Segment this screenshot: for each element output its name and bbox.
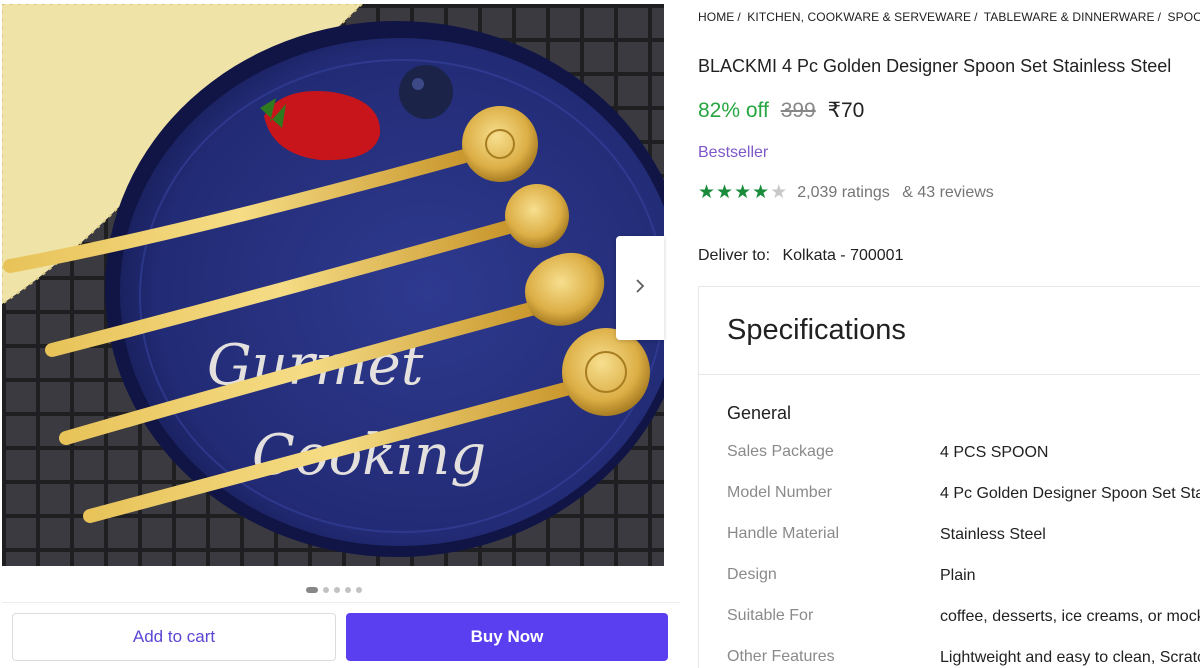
specifications-heading: Specifications bbox=[699, 287, 1200, 375]
breadcrumb-spoons[interactable]: SPOONS bbox=[1168, 10, 1200, 24]
product-image[interactable]: Gurmet Cooking bbox=[2, 4, 664, 566]
gallery-dot[interactable] bbox=[323, 587, 329, 593]
spec-key: Suitable For bbox=[727, 607, 814, 624]
product-gallery: Gurmet Cooking Add to cart Buy Now bbox=[0, 0, 680, 668]
spec-key: Model Number bbox=[727, 484, 832, 501]
reviews-count: & 43 reviews bbox=[902, 184, 994, 201]
buy-now-button[interactable]: Buy Now bbox=[346, 613, 668, 661]
star-icon: ★ bbox=[752, 182, 770, 203]
product-page: Gurmet Cooking Add to cart Buy Now HOME … bbox=[0, 0, 1200, 668]
rating-summary[interactable]: ★ ★ ★ ★ ★ 2,039 ratings & 43 reviews bbox=[698, 183, 994, 203]
spec-key: Design bbox=[727, 566, 777, 583]
price-row: 82% off 399 ₹70 bbox=[698, 98, 864, 123]
spec-row: Model Number 4 Pc Golden Designer Spoon … bbox=[727, 484, 1200, 506]
breadcrumb-kitchen[interactable]: KITCHEN, COOKWARE & SERVEWARE bbox=[747, 10, 971, 24]
spec-row: Sales Package 4 PCS SPOON bbox=[727, 443, 1200, 465]
bestseller-badge: Bestseller bbox=[698, 144, 769, 161]
selling-price: ₹70 bbox=[827, 99, 865, 122]
star-icon: ★ bbox=[734, 182, 752, 203]
spec-value: coffee, desserts, ice creams, or mocktai… bbox=[940, 608, 1200, 625]
discount-label: 82% off bbox=[698, 99, 769, 122]
action-bar: Add to cart Buy Now bbox=[2, 602, 680, 668]
spec-value: Stainless Steel bbox=[940, 526, 1046, 543]
spec-key: Sales Package bbox=[727, 443, 834, 460]
star-icon: ★ bbox=[698, 182, 716, 203]
star-rating: ★ ★ ★ ★ ★ bbox=[698, 183, 787, 203]
product-info: HOME / KITCHEN, COOKWARE & SERVEWARE / TAB… bbox=[698, 0, 1200, 668]
spec-value: Lightweight and easy to clean, Scratch r… bbox=[940, 649, 1200, 666]
star-icon: ★ bbox=[716, 182, 734, 203]
breadcrumb-tableware[interactable]: TABLEWARE & DINNERWARE bbox=[984, 10, 1155, 24]
add-to-cart-button[interactable]: Add to cart bbox=[12, 613, 336, 661]
delivery-row[interactable]: Deliver to: Kolkata - 700001 bbox=[698, 247, 903, 265]
gallery-dot[interactable] bbox=[334, 587, 340, 593]
deliver-label: Deliver to: bbox=[698, 247, 771, 264]
specifications-card: Specifications General Sales Package 4 P… bbox=[698, 286, 1200, 668]
product-title: BLACKMI 4 Pc Golden Designer Spoon Set S… bbox=[698, 56, 1172, 76]
next-image-button[interactable] bbox=[616, 236, 664, 340]
spec-row: Design Plain bbox=[727, 566, 1200, 588]
original-price: 399 bbox=[780, 99, 816, 122]
gallery-dot[interactable] bbox=[356, 587, 362, 593]
star-outline-icon: ★ bbox=[770, 182, 788, 203]
spec-value: Plain bbox=[940, 567, 976, 584]
ratings-count: 2,039 ratings bbox=[797, 184, 890, 201]
spec-row: Handle Material Stainless Steel bbox=[727, 525, 1200, 547]
spec-value: 4 Pc Golden Designer Spoon Set Stainless… bbox=[940, 485, 1200, 502]
spec-value: 4 PCS SPOON bbox=[940, 444, 1049, 461]
spec-row: Suitable For coffee, desserts, ice cream… bbox=[727, 607, 1200, 629]
spec-row: Other Features Lightweight and easy to c… bbox=[727, 648, 1200, 668]
breadcrumb: HOME / KITCHEN, COOKWARE & SERVEWARE / TAB… bbox=[698, 10, 1200, 24]
delivery-location: Kolkata - 700001 bbox=[782, 247, 904, 264]
spec-key: Handle Material bbox=[727, 525, 840, 542]
photo-overlay-line2: Cooking bbox=[252, 423, 486, 488]
gallery-dot[interactable] bbox=[345, 587, 351, 593]
spec-key: Other Features bbox=[727, 648, 835, 665]
chevron-right-icon bbox=[634, 278, 646, 299]
spec-section-title: General bbox=[727, 403, 792, 423]
gallery-dot[interactable] bbox=[306, 587, 318, 593]
gallery-indicator bbox=[0, 584, 664, 596]
breadcrumb-home[interactable]: HOME bbox=[698, 10, 734, 24]
